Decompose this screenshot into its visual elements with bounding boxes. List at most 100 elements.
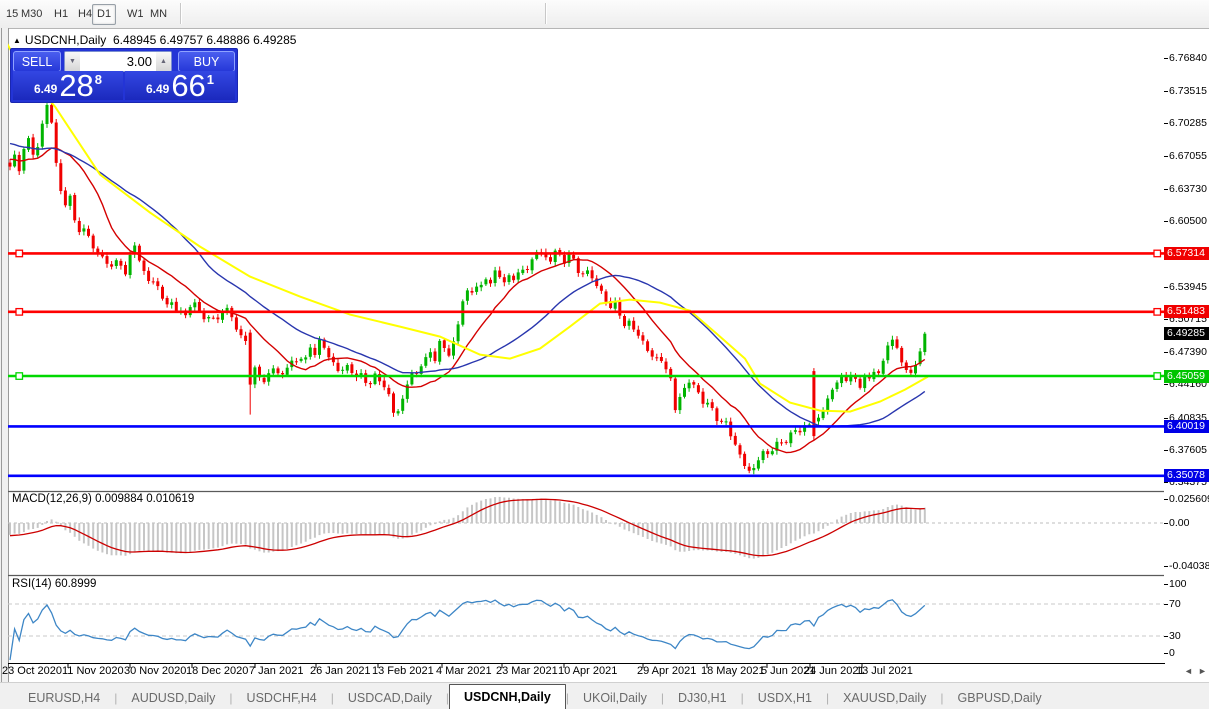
candle-body: [73, 195, 76, 220]
candle-body: [600, 286, 603, 291]
candle-body: [683, 388, 686, 397]
hline-handle[interactable]: [16, 373, 23, 380]
macd-bar: [822, 523, 824, 529]
candles: [9, 103, 927, 475]
tab-eurusd-h4[interactable]: EURUSD,H4: [14, 687, 114, 709]
macd-bar: [771, 523, 773, 553]
macd-bar: [18, 523, 20, 534]
tab-audusd-daily[interactable]: AUDUSD,Daily: [117, 687, 229, 709]
candle-body: [886, 346, 889, 361]
candle-body: [581, 273, 584, 274]
buy-quote[interactable]: 6.49 66 1: [125, 71, 235, 100]
macd-bar: [891, 505, 893, 523]
macd-bar: [23, 523, 25, 532]
sell-quote[interactable]: 6.49 28 8: [13, 71, 123, 100]
tab-usdx-h1[interactable]: USDX,H1: [744, 687, 826, 709]
macd-bar: [235, 523, 237, 544]
macd-bar: [624, 523, 626, 530]
price-tick: 6.47390: [1169, 346, 1207, 358]
hline-handle[interactable]: [16, 309, 23, 316]
collapse-icon[interactable]: ▲: [13, 36, 21, 45]
timeframe-button-M30[interactable]: M30: [16, 4, 47, 25]
macd-bar: [697, 523, 699, 550]
candle-body: [632, 321, 635, 330]
tab-usdcnh-daily[interactable]: USDCNH,Daily: [449, 684, 566, 709]
volume-increase-button[interactable]: ▲: [156, 52, 171, 71]
trade-panel-quotes: 6.49 28 8 6.49 66 1: [13, 71, 235, 100]
macd-bar: [730, 523, 732, 553]
macd-bar: [346, 523, 348, 533]
candle-body: [55, 123, 58, 163]
macd-bar: [134, 523, 136, 552]
price-tick: 6.73515: [1169, 85, 1207, 97]
price-axis[interactable]: 6.768406.735156.702856.670556.637306.605…: [1164, 30, 1209, 663]
tab-usdchf-h4[interactable]: USDCHF,H4: [233, 687, 331, 709]
macd-bar: [619, 523, 621, 527]
macd-bar: [577, 507, 579, 523]
candle-body: [826, 399, 829, 411]
tab-ukoil-daily[interactable]: UKOil,Daily: [569, 687, 661, 709]
macd-tick: 0.00: [1169, 517, 1189, 529]
sell-button[interactable]: SELL: [13, 51, 61, 72]
hline-handle[interactable]: [1154, 373, 1161, 380]
scroll-right-icon[interactable]: ►: [1198, 666, 1207, 676]
candle-body: [92, 236, 95, 249]
tab-dj30-h1[interactable]: DJ30,H1: [664, 687, 741, 709]
timeframe-button-D1[interactable]: D1: [92, 4, 116, 25]
sell-price-sup: 8: [95, 72, 102, 87]
tab-usdcad-daily[interactable]: USDCAD,Daily: [334, 687, 446, 709]
hline-handle[interactable]: [1154, 309, 1161, 316]
timeframe-button-H1[interactable]: H1: [49, 4, 73, 25]
candle-body: [337, 363, 340, 371]
macd-bar: [453, 518, 455, 523]
macd-bar: [309, 523, 311, 539]
candle-body: [789, 433, 792, 444]
macd-tick: -0.040386: [1169, 560, 1209, 572]
macd-bar: [582, 509, 584, 523]
chart-ohlc: 6.48945 6.49757 6.48886 6.49285: [113, 33, 297, 47]
candle-body: [734, 436, 737, 445]
macd-bar: [591, 513, 593, 524]
candle-body: [124, 265, 127, 274]
macd-bar: [878, 510, 880, 523]
candle-body: [757, 460, 760, 468]
candle-body: [240, 329, 243, 335]
price-tick: 6.76840: [1169, 52, 1207, 64]
candle-body: [161, 287, 164, 299]
candle-body: [244, 336, 247, 341]
candle-body: [69, 196, 72, 206]
hline-handle[interactable]: [1154, 250, 1161, 257]
candle-body: [32, 137, 35, 154]
macd-bar: [379, 523, 381, 534]
date-label: 30 Nov 2020: [124, 665, 186, 677]
macd-bar: [286, 523, 288, 549]
candle-body: [863, 377, 866, 388]
scroll-left-icon[interactable]: ◄: [1184, 666, 1193, 676]
macd-bar: [665, 523, 667, 545]
timeframe-button-MN[interactable]: MN: [145, 4, 172, 25]
hline-handle[interactable]: [16, 250, 23, 257]
macd-bar: [573, 505, 575, 523]
candle-body: [346, 365, 349, 371]
tab-gbpusd-daily[interactable]: GBPUSD,Daily: [944, 687, 1056, 709]
candle-body: [618, 301, 621, 316]
frame: [8, 30, 1165, 668]
candle-body: [715, 408, 718, 421]
macd-bar: [887, 507, 889, 523]
macd-bar: [97, 523, 99, 551]
candle-body: [46, 105, 49, 124]
date-label: 13 Feb 2021: [372, 665, 434, 677]
macd-bar: [637, 523, 639, 535]
price-tick: 6.60500: [1169, 215, 1207, 227]
tab-xauusd-daily[interactable]: XAUUSD,Daily: [829, 687, 940, 709]
macd-bar: [291, 523, 293, 547]
candle-body: [831, 390, 834, 400]
candle-body: [896, 339, 899, 347]
chart-canvas[interactable]: [8, 30, 1165, 670]
candle-body: [272, 368, 275, 373]
macd-bar: [268, 523, 270, 553]
candle-body: [517, 272, 520, 279]
macd-bar: [563, 503, 565, 523]
candle-body: [263, 378, 266, 382]
candle-body: [267, 373, 270, 382]
